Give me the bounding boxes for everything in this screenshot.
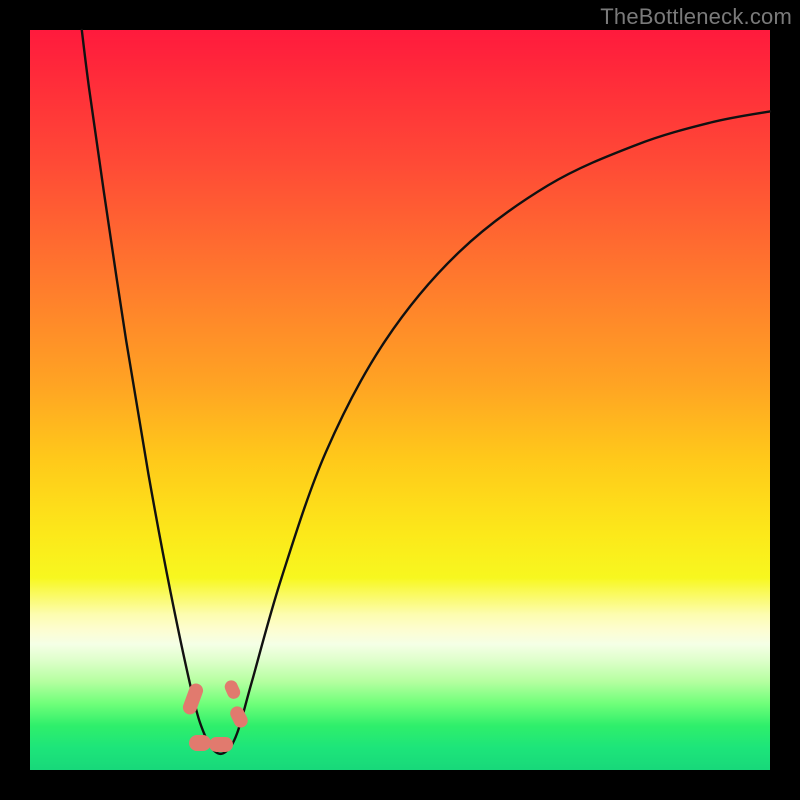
data-marker [189,735,211,751]
bottleneck-curve [82,30,770,754]
attribution-label: TheBottleneck.com [600,4,792,30]
data-marker [209,737,233,752]
chart-canvas: TheBottleneck.com [0,0,800,800]
plot-area [30,30,770,770]
curve-layer [30,30,770,770]
